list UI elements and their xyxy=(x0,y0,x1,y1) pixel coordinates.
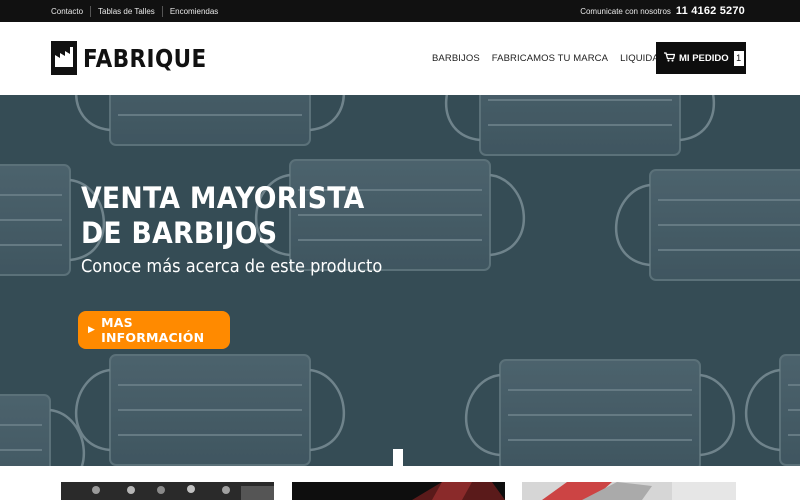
orders-link[interactable]: Encomiendas xyxy=(170,7,218,16)
divider xyxy=(161,5,163,17)
hero-title: VENTA MAYORISTA DE BARBIJOS xyxy=(81,181,365,251)
phone-label: Comunicate con nosotros xyxy=(580,6,671,16)
category-thumbnail[interactable] xyxy=(522,482,736,500)
hero-overlay xyxy=(0,95,800,466)
site-header: FABRIQUE BARBIJOS FABRICAMOS TU MARCA LI… xyxy=(0,22,800,95)
cart-icon xyxy=(664,51,676,65)
brand-logo[interactable]: FABRIQUE xyxy=(51,41,227,75)
more-info-button[interactable]: ▶ MAS INFORMACIÓN xyxy=(78,311,230,349)
cart-button[interactable]: MI PEDIDO 1 xyxy=(656,42,746,74)
nav-item-barbijos[interactable]: BARBIJOS xyxy=(432,53,480,64)
category-thumbnails xyxy=(0,466,800,500)
contact-link[interactable]: Contacto xyxy=(51,7,83,16)
hero-title-line2: DE BARBIJOS xyxy=(81,216,278,250)
slider-indicator[interactable] xyxy=(393,449,403,466)
factory-icon xyxy=(51,41,77,75)
top-bar: Contacto Tablas de Talles Encomiendas Co… xyxy=(0,0,800,22)
more-info-label: MAS INFORMACIÓN xyxy=(101,315,205,345)
category-thumbnail[interactable] xyxy=(292,482,505,500)
nav-item-fabricamos-tu-marca[interactable]: FABRICAMOS TU MARCA xyxy=(492,53,608,64)
hero-subtitle: Conoce más acerca de este producto xyxy=(81,256,383,277)
hero-title-line1: VENTA MAYORISTA xyxy=(81,181,365,215)
brand-name: FABRIQUE xyxy=(83,43,207,73)
size-tables-link[interactable]: Tablas de Talles xyxy=(98,7,155,16)
top-links: Contacto Tablas de Talles Encomiendas xyxy=(51,0,218,22)
phone-number[interactable]: 11 4162 5270 xyxy=(676,5,745,17)
hero-banner: VENTA MAYORISTA DE BARBIJOS Conoce más a… xyxy=(0,95,800,466)
cart-count-badge: 1 xyxy=(733,50,744,66)
play-icon: ▶ xyxy=(88,325,96,335)
contact-phone: Comunicate con nosotros 11 4162 5270 xyxy=(580,0,745,22)
cart-label: MI PEDIDO xyxy=(679,52,729,64)
category-thumbnail[interactable] xyxy=(61,482,274,500)
divider xyxy=(90,5,92,17)
